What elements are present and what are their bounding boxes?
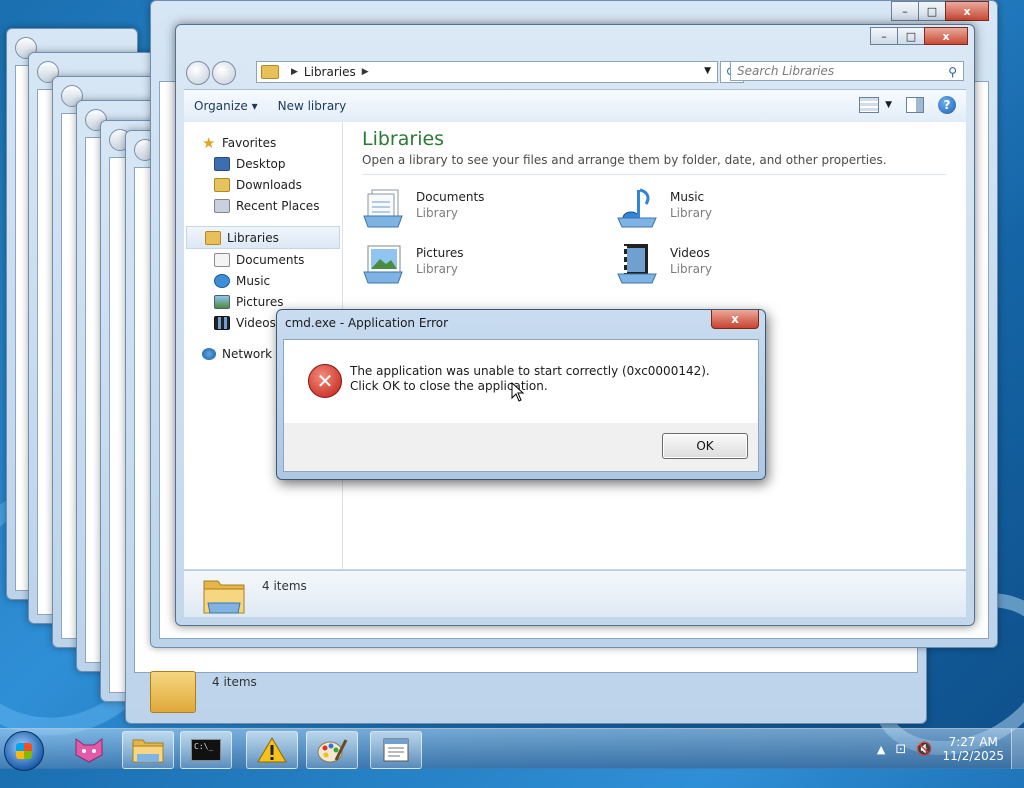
taskbar-warning[interactable] — [246, 731, 298, 769]
maximize-button[interactable]: □ — [918, 1, 946, 21]
nav-desktop[interactable]: Desktop — [184, 153, 342, 174]
network-tray-icon[interactable]: ⊡ — [895, 742, 906, 757]
page-subtitle: Open a library to see your files and arr… — [362, 153, 887, 167]
windows-logo-icon — [16, 743, 32, 759]
nav-music[interactable]: Music — [184, 270, 342, 291]
dialog-close-button[interactable]: x — [711, 310, 759, 329]
ok-button[interactable]: OK — [662, 433, 748, 459]
taskbar-scratch[interactable] — [64, 731, 114, 767]
chevron-right-icon[interactable]: ▶ — [362, 67, 369, 77]
help-icon[interactable]: ? — [938, 96, 956, 114]
nav-favorites[interactable]: ★ Favorites — [184, 132, 342, 153]
item-count: 4 items — [212, 675, 257, 689]
nav-libraries[interactable]: Libraries — [186, 226, 340, 249]
taskbar-paint[interactable] — [306, 731, 358, 769]
downloads-icon — [214, 177, 230, 192]
change-view-button[interactable]: ▼ — [859, 97, 892, 113]
taskbar-explorer[interactable] — [122, 731, 174, 769]
pictures-icon — [214, 294, 230, 309]
libraries-icon — [205, 230, 221, 245]
navigation-bar: ▶ Libraries ▶ ▼ ⟳ Search Libraries ⚲ — [184, 59, 966, 85]
library-tile-pictures[interactable]: Pictures Library — [362, 238, 592, 288]
explorer-icon — [132, 739, 164, 763]
show-desktop-button[interactable] — [1011, 729, 1024, 769]
mouse-cursor-icon — [511, 382, 525, 402]
recent-places-icon — [214, 198, 230, 213]
warning-icon — [257, 737, 287, 763]
close-button[interactable]: x — [924, 27, 968, 45]
nav-documents[interactable]: Documents — [184, 249, 342, 270]
taskbar-notepad[interactable] — [370, 731, 422, 769]
minimize-button[interactable]: – — [891, 1, 919, 21]
nav-downloads[interactable]: Downloads — [184, 174, 342, 195]
error-message: The application was unable to start corr… — [350, 364, 710, 393]
details-pane: 4 items — [184, 570, 966, 617]
view-icon — [859, 97, 880, 113]
chevron-right-icon: ▶ — [291, 67, 298, 77]
nav-recent-places[interactable]: Recent Places — [184, 195, 342, 216]
new-library-button[interactable]: New library — [268, 99, 357, 113]
taskbar: C:\_ ▲ ⊡ 🔇 7:27 AM 11/2/2025 — [0, 728, 1024, 771]
breadcrumb-libraries[interactable]: Libraries — [304, 65, 356, 79]
desktop-icon — [214, 156, 230, 171]
notepad-icon — [383, 738, 409, 762]
close-button[interactable]: x — [945, 1, 989, 21]
error-icon: ✕ — [308, 364, 342, 398]
page-title: Libraries — [362, 128, 445, 150]
notification-area: ▲ ⊡ 🔇 7:27 AM 11/2/2025 — [877, 733, 1004, 765]
pictures-library-icon — [363, 245, 403, 284]
chevron-down-icon[interactable]: ▼ — [704, 66, 711, 76]
search-icon[interactable]: ⚲ — [948, 65, 957, 79]
item-count: 4 items — [262, 579, 307, 593]
dialog-title: cmd.exe - Application Error — [285, 316, 449, 330]
music-icon — [214, 273, 230, 288]
command-bar: Organize ▾ New library ▼ ? — [184, 89, 966, 123]
network-icon — [202, 347, 216, 360]
show-hidden-icons-icon[interactable]: ▲ — [877, 743, 885, 756]
back-button[interactable] — [186, 61, 210, 85]
chevron-down-icon: ▼ — [885, 100, 892, 110]
forward-button[interactable] — [212, 61, 236, 85]
star-icon: ★ — [202, 133, 216, 152]
documents-library-icon — [363, 189, 403, 228]
cmd-icon: C:\_ — [191, 739, 221, 761]
videos-icon — [214, 315, 230, 330]
maximize-button[interactable]: □ — [897, 27, 925, 45]
paint-icon — [317, 739, 348, 763]
library-tile-videos[interactable]: Videos Library — [616, 238, 846, 288]
volume-muted-icon[interactable]: 🔇 — [916, 742, 932, 757]
start-button[interactable] — [4, 731, 44, 771]
taskbar-cmd[interactable]: C:\_ — [180, 731, 232, 769]
search-placeholder: Search Libraries — [737, 64, 835, 78]
library-tile-music[interactable]: Music Library — [616, 182, 846, 232]
library-tile-documents[interactable]: Documents Library — [362, 182, 592, 232]
search-input[interactable]: Search Libraries ⚲ — [730, 61, 964, 81]
address-bar[interactable]: ▶ Libraries ▶ ▼ — [256, 61, 718, 83]
libraries-folder-icon — [203, 580, 245, 614]
dialog-footer: OK — [283, 423, 759, 472]
libraries-folder-icon — [261, 65, 279, 79]
preview-pane-icon[interactable] — [906, 97, 924, 113]
minimize-button[interactable]: – — [870, 27, 898, 45]
videos-library-icon — [617, 244, 657, 284]
organize-button[interactable]: Organize ▾ — [184, 99, 268, 113]
documents-icon — [214, 252, 230, 267]
folder-icon — [150, 671, 196, 713]
music-library-icon — [617, 188, 657, 228]
scratch-cat-icon — [75, 738, 103, 763]
clock[interactable]: 7:27 AM 11/2/2025 — [942, 735, 1004, 763]
